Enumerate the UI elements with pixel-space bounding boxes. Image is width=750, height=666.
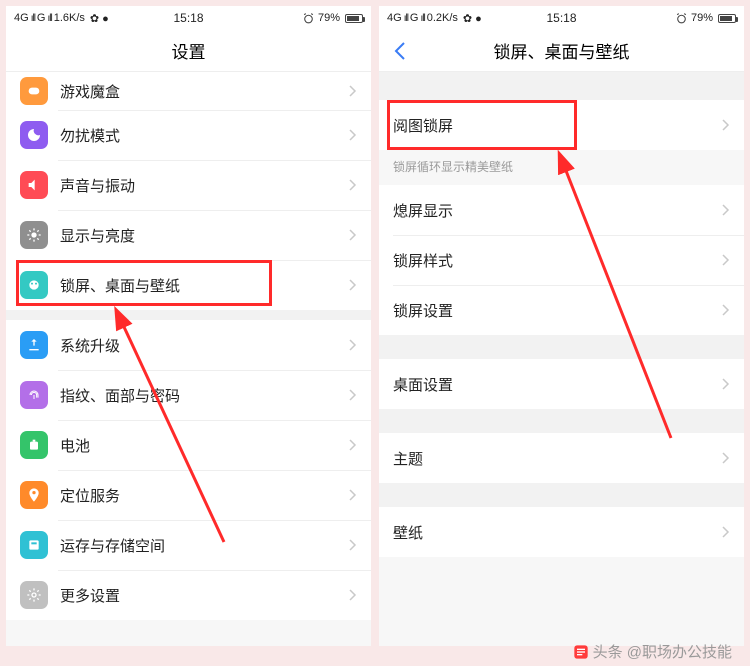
row-label: 锁屏样式 [393, 250, 722, 271]
section-gap [379, 335, 744, 359]
chevron-right-icon [722, 204, 730, 216]
row-label: 锁屏、桌面与壁纸 [60, 275, 349, 296]
row-label: 壁纸 [393, 522, 722, 543]
row-label: 主题 [393, 448, 722, 469]
row-theme[interactable]: 主题 [379, 433, 744, 483]
storage-icon [20, 531, 48, 559]
row-location[interactable]: 定位服务 [6, 470, 371, 520]
row-aod[interactable]: 熄屏显示 [379, 185, 744, 235]
row-do-not-disturb[interactable]: 勿扰模式 [6, 110, 371, 160]
section-caption: 锁屏循环显示精美壁纸 [379, 150, 744, 185]
chevron-right-icon [722, 452, 730, 464]
row-battery[interactable]: 电池 [6, 420, 371, 470]
phone-left-settings: 4G ıll G ıll 1.6K/s ✿ ● 15:18 79% 设置 [6, 6, 371, 646]
chevron-right-icon [722, 304, 730, 316]
row-label: 指纹、面部与密码 [60, 385, 349, 406]
section-gap [379, 409, 744, 433]
row-label: 系统升级 [60, 335, 349, 356]
game-box-icon [20, 77, 48, 105]
wallpaper-icon [20, 271, 48, 299]
row-game-box[interactable]: 游戏魔盒 [6, 72, 371, 110]
row-label: 运存与存储空间 [60, 535, 349, 556]
chevron-right-icon [349, 279, 357, 291]
chevron-right-icon [349, 589, 357, 601]
row-label: 电池 [60, 435, 349, 456]
battery-icon [716, 14, 736, 23]
nav-header: 设置 [6, 30, 371, 72]
alarm-icon [675, 12, 688, 25]
status-bar: 4G ıll G ıll 1.6K/s ✿ ● 15:18 79% [6, 6, 371, 30]
row-display-brightness[interactable]: 显示与亮度 [6, 210, 371, 260]
battery-icon [20, 431, 48, 459]
do-not-disturb-icon [20, 121, 48, 149]
toutiao-icon [573, 644, 589, 660]
system-update-icon [20, 331, 48, 359]
row-wallpaper[interactable]: 壁纸 [379, 507, 744, 557]
row-lock-style[interactable]: 锁屏样式 [379, 235, 744, 285]
row-label: 勿扰模式 [60, 125, 349, 146]
row-label: 声音与振动 [60, 175, 349, 196]
watermark: 头条 @职场办公技能 [573, 641, 732, 662]
row-more-settings[interactable]: 更多设置 [6, 570, 371, 620]
row-label: 熄屏显示 [393, 200, 722, 221]
settings-list: 游戏魔盒 勿扰模式 声音与振动 显示与亮 [6, 72, 371, 310]
row-label: 定位服务 [60, 485, 349, 506]
row-lock-wallpaper[interactable]: 锁屏、桌面与壁纸 [6, 260, 371, 310]
chevron-right-icon [722, 526, 730, 538]
row-label: 桌面设置 [393, 374, 722, 395]
chevron-right-icon [349, 339, 357, 351]
battery-icon [343, 14, 363, 23]
watermark-text: 头条 @职场办公技能 [593, 641, 732, 662]
page-title: 锁屏、桌面与壁纸 [494, 38, 630, 63]
row-label: 显示与亮度 [60, 225, 349, 246]
status-bar: 4G ıll G ıll 0.2K/s ✿ ● 15:18 79% [379, 6, 744, 30]
chevron-right-icon [722, 119, 730, 131]
section-gap [379, 72, 744, 100]
battery-percent: 79% [691, 12, 713, 24]
battery-percent: 79% [318, 12, 340, 24]
chevron-right-icon [349, 179, 357, 191]
row-lock-settings[interactable]: 锁屏设置 [379, 285, 744, 335]
nav-header: 锁屏、桌面与壁纸 [379, 30, 744, 72]
row-label: 更多设置 [60, 585, 349, 606]
chevron-right-icon [722, 254, 730, 266]
alarm-icon [302, 12, 315, 25]
back-button[interactable] [389, 40, 411, 62]
phone-right-lock-wallpaper: 4G ıll G ıll 0.2K/s ✿ ● 15:18 79% 锁屏、桌面与… [379, 6, 744, 646]
row-system-update[interactable]: 系统升级 [6, 320, 371, 370]
row-fingerprint-password[interactable]: 指纹、面部与密码 [6, 370, 371, 420]
chevron-right-icon [349, 439, 357, 451]
row-label: 锁屏设置 [393, 300, 722, 321]
page-title: 设置 [172, 38, 206, 63]
location-icon [20, 481, 48, 509]
row-label: 阅图锁屏 [393, 115, 722, 136]
fingerprint-icon [20, 381, 48, 409]
more-settings-icon [20, 581, 48, 609]
chevron-right-icon [349, 539, 357, 551]
chevron-right-icon [349, 129, 357, 141]
chevron-right-icon [349, 489, 357, 501]
section-gap [379, 483, 744, 507]
chevron-right-icon [722, 378, 730, 390]
row-desktop-settings[interactable]: 桌面设置 [379, 359, 744, 409]
sound-icon [20, 171, 48, 199]
chevron-right-icon [349, 85, 357, 97]
row-sound-vibration[interactable]: 声音与振动 [6, 160, 371, 210]
chevron-right-icon [349, 229, 357, 241]
chevron-right-icon [349, 389, 357, 401]
row-label: 游戏魔盒 [60, 81, 349, 102]
row-storage[interactable]: 运存与存储空间 [6, 520, 371, 570]
brightness-icon [20, 221, 48, 249]
row-yuetu-lockscreen[interactable]: 阅图锁屏 [379, 100, 744, 150]
section-gap [6, 310, 371, 320]
